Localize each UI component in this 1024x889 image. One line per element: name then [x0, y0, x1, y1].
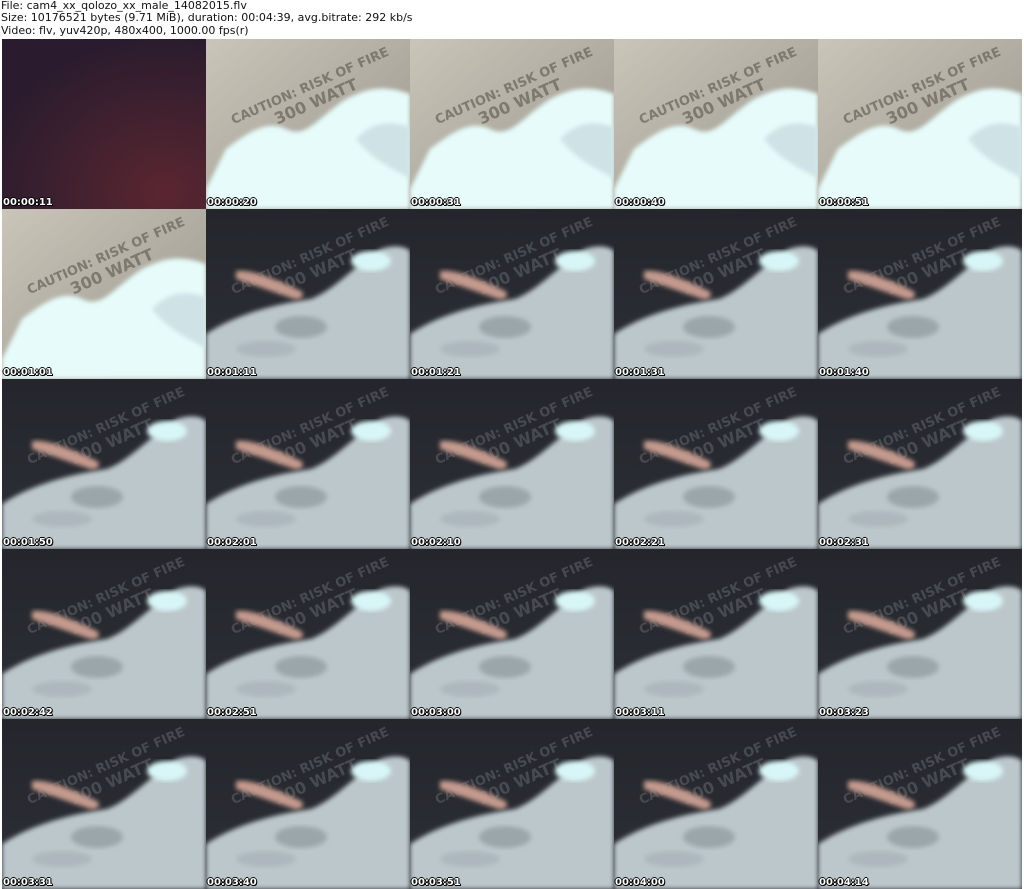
- thumbnail-image: CAUTION: RISK OF FIRE300 WATT: [410, 379, 614, 549]
- thumbnail-image: [2, 39, 206, 209]
- thumbnail-frame: CAUTION: RISK OF FIRE 300 WATT 00:03:00: [410, 549, 614, 719]
- thumbnail-frame: CAUTION: RISK OF FIRE 300 WATT 00:01:21: [410, 209, 614, 379]
- thumbnail-timestamp: 00:04:00: [615, 877, 665, 888]
- thumbnail-image: CAUTION: RISK OF FIRE300 WATT: [206, 719, 410, 889]
- thumbnail-image: CAUTION: RISK OF FIRE300 WATT: [614, 209, 818, 379]
- thumbnail-image: CAUTION: RISK OF FIRE300 WATT: [2, 549, 206, 719]
- thumbnail-frame: CAUTION: RISK OF FIRE 300 WATT 00:01:01: [2, 209, 206, 379]
- thumbnail-frame: CAUTION: RISK OF FIRE 300 WATT 00:03:23: [818, 549, 1022, 719]
- thumbnail-image: CAUTION: RISK OF FIRE300 WATT: [2, 379, 206, 549]
- thumbnail-image: CAUTION: RISK OF FIRE300 WATT: [206, 379, 410, 549]
- thumbnail-image: CAUTION: RISK OF FIRE300 WATT: [614, 39, 818, 209]
- thumbnail-timestamp: 00:00:11: [3, 197, 53, 208]
- video-info-line: Video: flv, yuv420p, 480x400, 1000.00 fp…: [1, 23, 249, 37]
- thumbnail-frame: CAUTION: RISK OF FIRE 300 WATT 00:02:42: [2, 549, 206, 719]
- thumbnail-image: CAUTION: RISK OF FIRE300 WATT: [206, 209, 410, 379]
- thumbnail-timestamp: 00:03:00: [411, 707, 461, 718]
- thumbnail-timestamp: 00:00:20: [207, 197, 257, 208]
- thumbnail-timestamp: 00:01:11: [207, 367, 257, 378]
- thumbnail-frame: CAUTION: RISK OF FIRE 300 WATT 00:02:21: [614, 379, 818, 549]
- thumbnail-timestamp: 00:02:42: [3, 707, 53, 718]
- thumbnail-frame: CAUTION: RISK OF FIRE 300 WATT 00:03:51: [410, 719, 614, 889]
- thumbnail-frame: CAUTION: RISK OF FIRE 300 WATT 00:03:40: [206, 719, 410, 889]
- thumbnail-frame: CAUTION: RISK OF FIRE 300 WATT 00:01:40: [818, 209, 1022, 379]
- thumbnail-timestamp: 00:02:01: [207, 537, 257, 548]
- thumbnail-image: CAUTION: RISK OF FIRE300 WATT: [818, 719, 1022, 889]
- thumbnail-frame: CAUTION: RISK OF FIRE 300 WATT 00:02:01: [206, 379, 410, 549]
- file-info-header: File: cam4_xx_qolozo_xx_male_14082015.fl…: [1, 0, 1021, 38]
- thumbnail-frame: CAUTION: RISK OF FIRE 300 WATT 00:02:10: [410, 379, 614, 549]
- thumbnail-image: CAUTION: RISK OF FIRE300 WATT: [614, 719, 818, 889]
- thumbnail-frame: CAUTION: RISK OF FIRE 300 WATT 00:01:11: [206, 209, 410, 379]
- thumbnail-timestamp: 00:02:10: [411, 537, 461, 548]
- thumbnail-image: CAUTION: RISK OF FIRE300 WATT: [410, 209, 614, 379]
- thumbnail-frame: CAUTION: RISK OF FIRE 300 WATT 00:00:40: [614, 39, 818, 209]
- thumbnail-image: CAUTION: RISK OF FIRE300 WATT: [614, 379, 818, 549]
- thumbnail-frame: CAUTION: RISK OF FIRE 300 WATT 00:02:31: [818, 379, 1022, 549]
- thumbnail-timestamp: 00:03:31: [3, 877, 53, 888]
- thumbnail-image: CAUTION: RISK OF FIRE300 WATT: [410, 719, 614, 889]
- thumbnail-timestamp: 00:01:01: [3, 367, 53, 378]
- thumbnail-image: CAUTION: RISK OF FIRE300 WATT: [2, 719, 206, 889]
- thumbnail-frame: CAUTION: RISK OF FIRE 300 WATT 00:00:20: [206, 39, 410, 209]
- thumbnail-timestamp: 00:02:31: [819, 537, 869, 548]
- contact-sheet: File: cam4_xx_qolozo_xx_male_14082015.fl…: [0, 0, 1024, 889]
- thumbnail-image: CAUTION: RISK OF FIRE300 WATT: [2, 209, 206, 379]
- thumbnail-frame: 00:00:11: [2, 39, 206, 209]
- thumbnail-image: CAUTION: RISK OF FIRE300 WATT: [206, 39, 410, 209]
- thumbnail-frame: CAUTION: RISK OF FIRE 300 WATT 00:00:31: [410, 39, 614, 209]
- thumbnail-frame: CAUTION: RISK OF FIRE 300 WATT 00:03:11: [614, 549, 818, 719]
- thumbnail-timestamp: 00:00:40: [615, 197, 665, 208]
- thumbnail-timestamp: 00:01:40: [819, 367, 869, 378]
- thumbnail-timestamp: 00:03:23: [819, 707, 869, 718]
- thumbnail-image: CAUTION: RISK OF FIRE300 WATT: [206, 549, 410, 719]
- thumbnail-timestamp: 00:02:21: [615, 537, 665, 548]
- thumbnail-image: CAUTION: RISK OF FIRE300 WATT: [410, 549, 614, 719]
- thumbnail-timestamp: 00:02:51: [207, 707, 257, 718]
- thumbnail-grid: 00:00:11 CAUTION: RISK OF FIRE 300 WATT 00:…: [2, 39, 1022, 889]
- thumbnail-image: CAUTION: RISK OF FIRE300 WATT: [818, 39, 1022, 209]
- file-size-line: Size: 10176521 bytes (9.71 MiB), duratio…: [1, 11, 413, 25]
- thumbnail-image: CAUTION: RISK OF FIRE300 WATT: [614, 549, 818, 719]
- thumbnail-frame: CAUTION: RISK OF FIRE 300 WATT 00:02:51: [206, 549, 410, 719]
- thumbnail-frame: CAUTION: RISK OF FIRE 300 WATT 00:00:51: [818, 39, 1022, 209]
- thumbnail-timestamp: 00:01:50: [3, 537, 53, 548]
- thumbnail-frame: CAUTION: RISK OF FIRE 300 WATT 00:04:14: [818, 719, 1022, 889]
- thumbnail-frame: CAUTION: RISK OF FIRE 300 WATT 00:03:31: [2, 719, 206, 889]
- thumbnail-frame: CAUTION: RISK OF FIRE 300 WATT 00:04:00: [614, 719, 818, 889]
- thumbnail-timestamp: 00:04:14: [819, 877, 869, 888]
- thumbnail-frame: CAUTION: RISK OF FIRE 300 WATT 00:01:50: [2, 379, 206, 549]
- thumbnail-timestamp: 00:01:21: [411, 367, 461, 378]
- thumbnail-timestamp: 00:03:51: [411, 877, 461, 888]
- thumbnail-timestamp: 00:03:40: [207, 877, 257, 888]
- thumbnail-frame: CAUTION: RISK OF FIRE 300 WATT 00:01:31: [614, 209, 818, 379]
- thumbnail-timestamp: 00:03:11: [615, 707, 665, 718]
- thumbnail-image: CAUTION: RISK OF FIRE300 WATT: [818, 549, 1022, 719]
- thumbnail-image: CAUTION: RISK OF FIRE300 WATT: [818, 209, 1022, 379]
- thumbnail-image: CAUTION: RISK OF FIRE300 WATT: [818, 379, 1022, 549]
- thumbnail-timestamp: 00:00:51: [819, 197, 869, 208]
- thumbnail-timestamp: 00:00:31: [411, 197, 461, 208]
- thumbnail-timestamp: 00:01:31: [615, 367, 665, 378]
- thumbnail-image: CAUTION: RISK OF FIRE300 WATT: [410, 39, 614, 209]
